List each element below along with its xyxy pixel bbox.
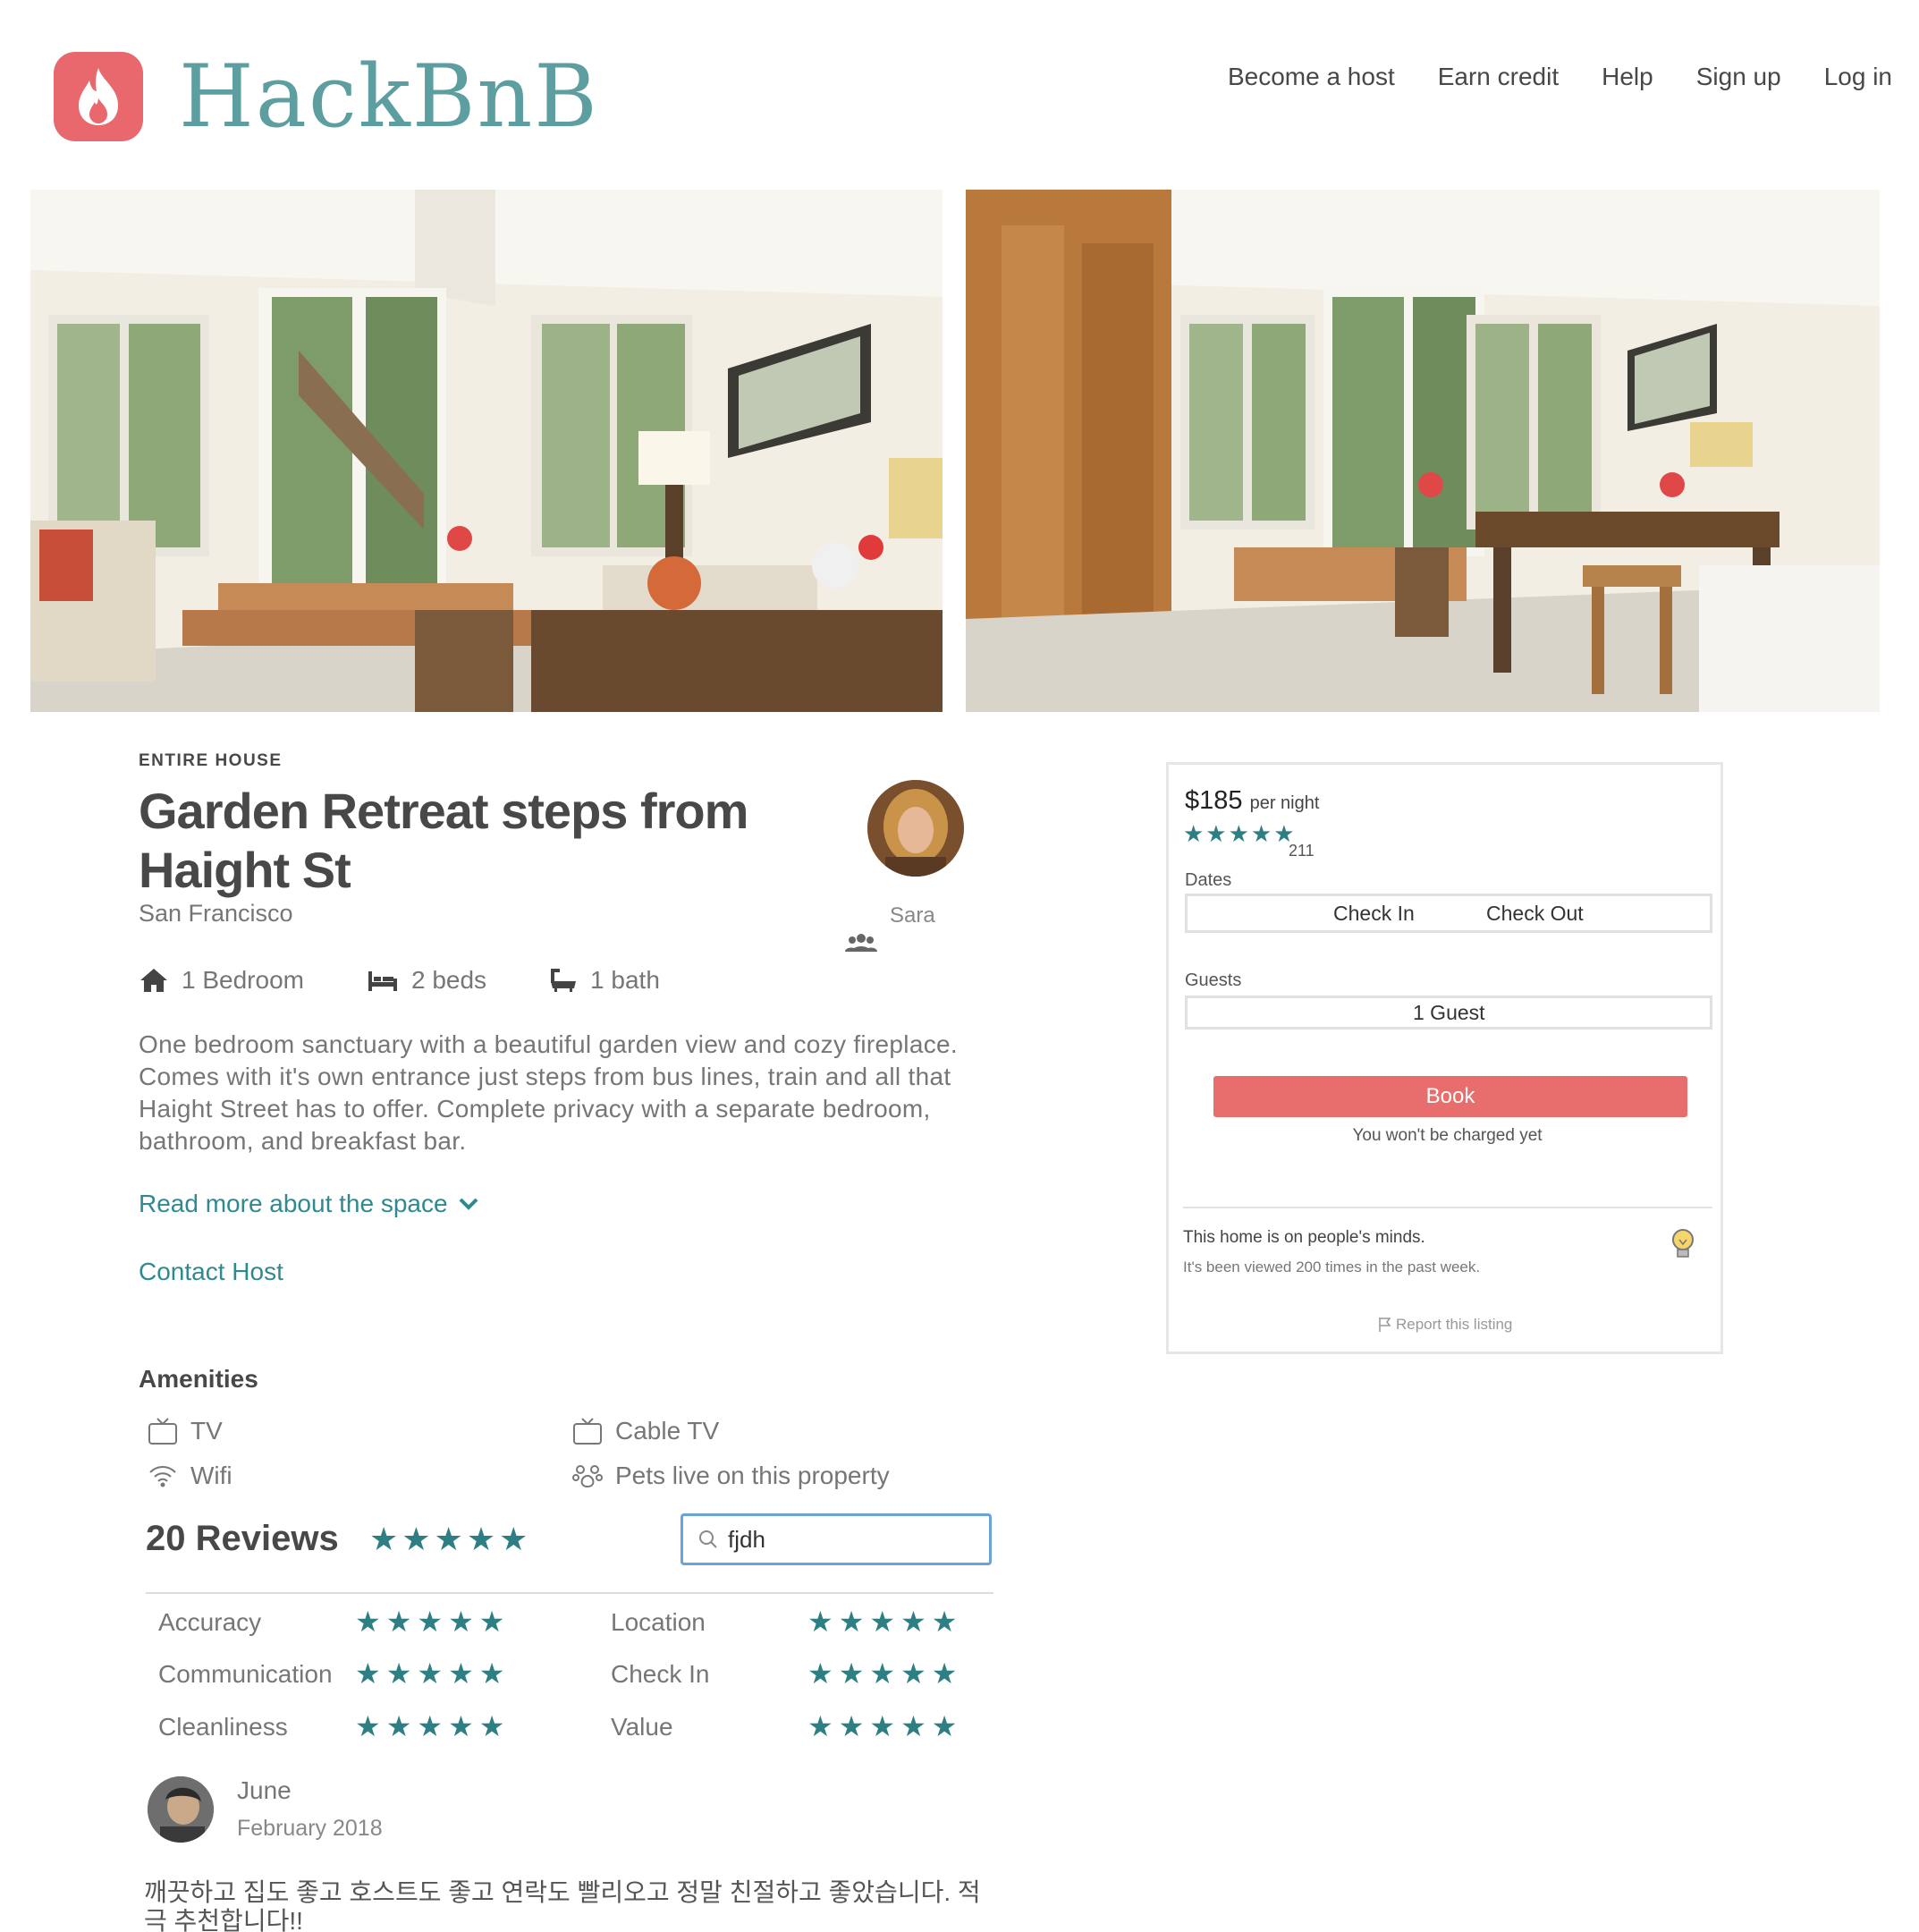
flag-icon <box>1379 1318 1391 1332</box>
booking-card: $185 per night ★★★★★ 211 Dates Check In … <box>1166 762 1723 1354</box>
nav-earn-credit[interactable]: Earn credit <box>1438 63 1559 91</box>
report-listing-link[interactable]: Report this listing <box>1378 1316 1512 1334</box>
rating-value-stars: ★★★★★ <box>807 1710 963 1742</box>
rating-check-in-label: Check In <box>611 1660 710 1688</box>
nav-become-host[interactable]: Become a host <box>1228 63 1395 91</box>
chevron-down-icon <box>459 1198 478 1210</box>
spec-bath-label: 1 bath <box>590 966 660 994</box>
bed-icon <box>368 971 397 991</box>
rating-check-in-stars: ★★★★★ <box>807 1657 963 1690</box>
listing-photo-dining-area[interactable] <box>966 190 1880 712</box>
read-more-link[interactable]: Read more about the space <box>139 1190 478 1218</box>
listing-type: ENTIRE HOUSE <box>139 751 283 770</box>
amenity-tv-label: TV <box>190 1417 223 1445</box>
top-nav: Become a host Earn credit Help Sign up L… <box>1228 63 1892 91</box>
home-icon <box>140 969 167 992</box>
guests-label: Guests <box>1185 970 1242 990</box>
rating-accuracy-label: Accuracy <box>158 1608 262 1636</box>
guests-select[interactable]: 1 Guest <box>1185 996 1712 1030</box>
popularity-detail: It's been viewed 200 times in the past w… <box>1183 1258 1481 1275</box>
paw-icon <box>572 1465 603 1488</box>
spec-bedroom: 1 Bedroom <box>139 966 304 995</box>
listing-details: ENTIRE HOUSE Garden Retreat steps from H… <box>139 751 997 1932</box>
price-unit: per night <box>1249 793 1320 813</box>
brand-name[interactable]: HackBnB <box>179 47 599 147</box>
rating-location-label: Location <box>611 1608 706 1636</box>
bathtub-icon <box>551 969 577 992</box>
reviews-heading: 20 Reviews <box>146 1519 339 1558</box>
spec-beds: 2 beds <box>367 966 486 995</box>
nightly-price: $185 per night <box>1185 786 1319 816</box>
host-avatar[interactable] <box>867 780 964 877</box>
listing-city: San Francisco <box>139 900 293 927</box>
rating-location-stars: ★★★★★ <box>807 1606 963 1638</box>
amenity-cable-tv: Cable TV <box>572 1417 719 1445</box>
nav-help[interactable]: Help <box>1602 63 1653 91</box>
header: HackBnB Become a host Earn credit Help S… <box>0 0 1919 179</box>
spec-bedroom-label: 1 Bedroom <box>182 966 304 994</box>
amenity-cable-tv-label: Cable TV <box>615 1417 720 1445</box>
book-button[interactable]: Book <box>1213 1076 1687 1117</box>
booking-review-count: 211 <box>1289 842 1315 860</box>
tv-icon <box>148 1418 177 1445</box>
amenity-wifi: Wifi <box>148 1462 232 1490</box>
booking-divider <box>1183 1207 1712 1208</box>
amenities-title: Amenities <box>139 1365 258 1393</box>
rating-communication-stars: ★★★★★ <box>355 1657 511 1690</box>
review-date: February 2018 <box>237 1816 383 1841</box>
booking-stars: ★★★★★ <box>1183 820 1297 847</box>
amenity-pets-label: Pets live on this property <box>615 1462 890 1489</box>
check-in-field[interactable]: Check In <box>1333 902 1415 926</box>
reviews-divider <box>146 1592 993 1594</box>
rating-accuracy-stars: ★★★★★ <box>355 1606 511 1638</box>
listing-description: One bedroom sanctuary with a beautiful g… <box>139 1030 958 1155</box>
listing-photo-living-room[interactable] <box>30 190 943 712</box>
rating-cleanliness-stars: ★★★★★ <box>355 1710 511 1742</box>
listing-specs: 1 Bedroom 2 beds 1 bath <box>139 966 660 995</box>
reviews-search-input[interactable] <box>728 1525 978 1554</box>
search-icon <box>699 1530 717 1548</box>
group-icon <box>843 932 879 958</box>
amenity-tv: TV <box>148 1417 223 1445</box>
tv-icon <box>573 1418 602 1445</box>
host-name[interactable]: Sara <box>890 903 935 928</box>
nav-log-in[interactable]: Log in <box>1824 63 1892 91</box>
spec-beds-label: 2 beds <box>410 966 487 994</box>
rating-value-label: Value <box>611 1713 673 1741</box>
reviewer-name: June <box>237 1776 292 1804</box>
charge-note: You won't be charged yet <box>1352 1126 1543 1145</box>
logo-flame-icon[interactable] <box>54 52 143 141</box>
nav-sign-up[interactable]: Sign up <box>1696 63 1781 91</box>
reviews-overall-stars: ★★★★★ <box>369 1521 532 1557</box>
check-out-field[interactable]: Check Out <box>1486 902 1584 926</box>
rating-cleanliness-label: Cleanliness <box>158 1713 288 1741</box>
reviews-search[interactable] <box>681 1513 992 1565</box>
rating-communication-label: Communication <box>158 1660 333 1688</box>
guests-value: 1 Guest <box>1413 1000 1485 1024</box>
reviewer-avatar[interactable] <box>148 1776 214 1843</box>
price-amount: $185 <box>1185 786 1243 815</box>
wifi-icon <box>149 1466 176 1487</box>
dates-label: Dates <box>1185 870 1232 890</box>
lightbulb-icon <box>1668 1226 1698 1267</box>
report-listing-label: Report this listing <box>1396 1316 1513 1333</box>
review-text: 깨끗하고 집도 좋고 호스트도 좋고 연락도 빨리오고 정말 친절하고 좋았습니… <box>144 1878 981 1932</box>
amenity-pets: Pets live on this property <box>572 1462 890 1490</box>
spec-bath: 1 bath <box>549 966 660 995</box>
read-more-label: Read more about the space <box>139 1190 448 1217</box>
popularity-title: This home is on people's minds. <box>1183 1228 1425 1247</box>
dates-field: Check In Check Out <box>1185 894 1712 933</box>
listing-title: Garden Retreat steps from Haight St <box>139 783 748 898</box>
amenity-wifi-label: Wifi <box>190 1462 232 1489</box>
contact-host-link[interactable]: Contact Host <box>139 1258 283 1286</box>
